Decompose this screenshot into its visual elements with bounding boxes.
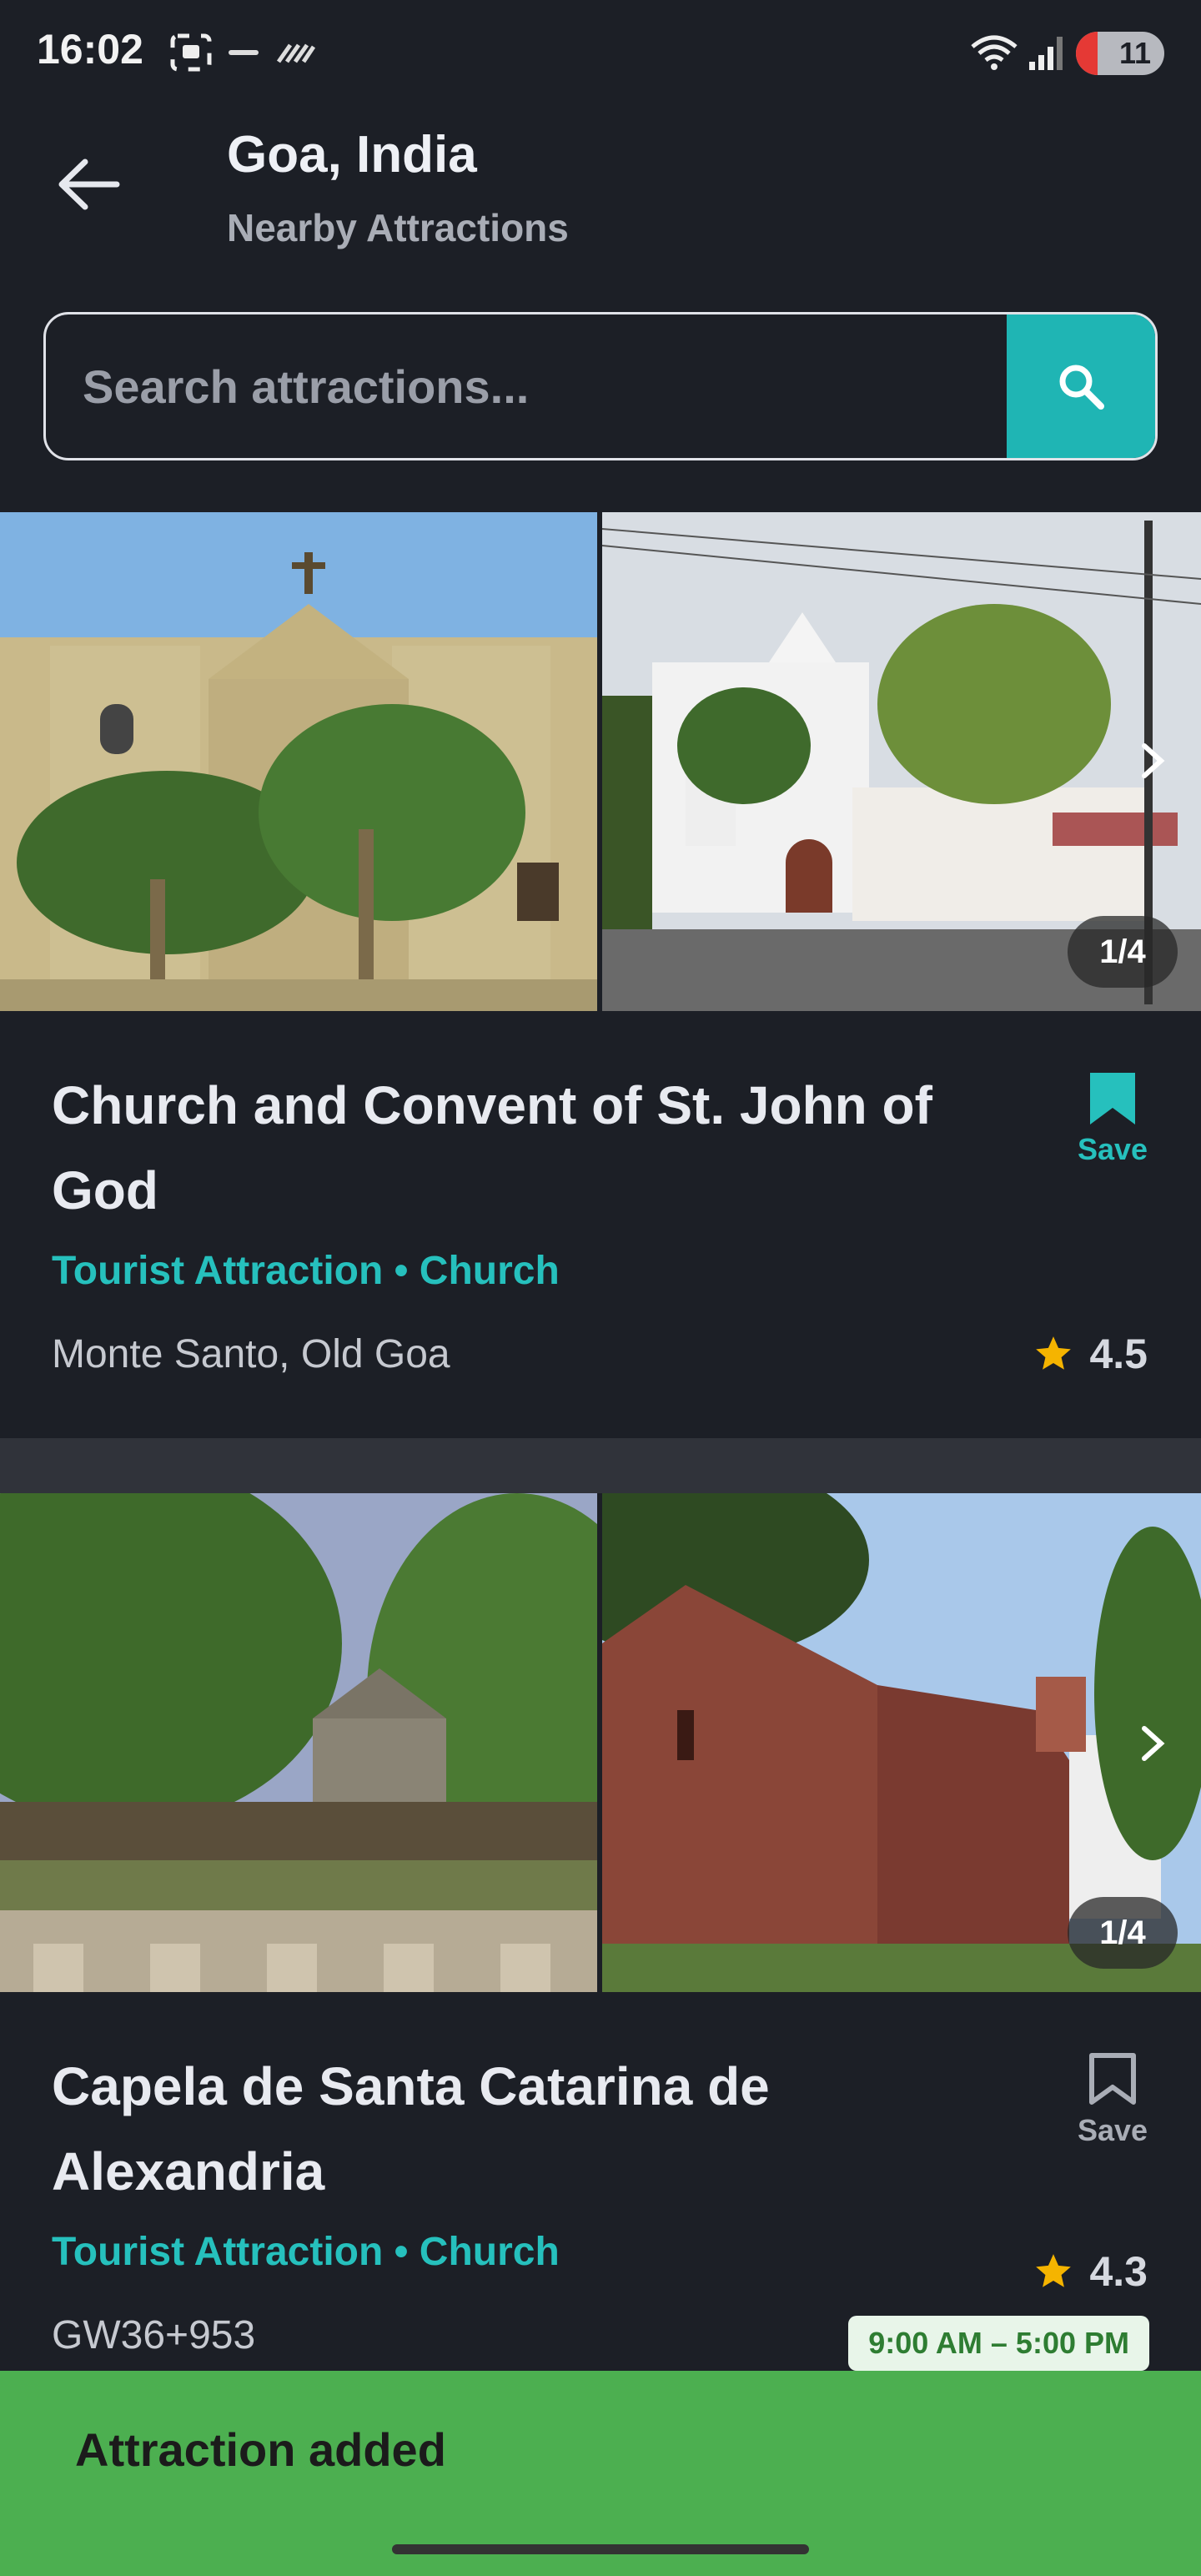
save-label: Save bbox=[1077, 2113, 1148, 2147]
rating-value: 4.3 bbox=[1089, 2248, 1148, 2295]
attraction-address: Monte Santo, Old Goa bbox=[52, 1332, 450, 1376]
snackbar: Attraction added bbox=[0, 2371, 1201, 2576]
bookmark-outline-icon bbox=[1089, 2053, 1136, 2105]
save-button[interactable]: Save bbox=[1073, 2050, 1153, 2148]
status-time: 16:02 bbox=[37, 26, 143, 73]
next-photo-button[interactable] bbox=[1129, 1720, 1176, 1767]
attraction-address: GW36+953 bbox=[52, 2313, 256, 2357]
chevron-right-icon bbox=[1142, 743, 1165, 778]
chevron-right-icon bbox=[1142, 1726, 1165, 1761]
attraction-card[interactable]: 1/4 Capela de Santa Catarina de Alexandr… bbox=[0, 1493, 1201, 2371]
snackbar-message: Attraction added bbox=[75, 2423, 446, 2476]
bookmark-filled-icon bbox=[1090, 1073, 1135, 1124]
search-icon bbox=[1059, 365, 1104, 410]
next-photo-button[interactable] bbox=[1129, 737, 1176, 784]
search-bar bbox=[43, 312, 1158, 460]
search-button[interactable] bbox=[1007, 314, 1155, 458]
attraction-name: Capela de Santa Catarina de Alexandria bbox=[52, 2056, 770, 2201]
rating: 4.3 bbox=[1033, 2247, 1148, 2296]
attraction-name: Church and Convent of St. John of God bbox=[52, 1075, 932, 1220]
battery-level-text: 11 bbox=[1118, 36, 1151, 70]
attraction-photo[interactable]: 1/4 bbox=[602, 1493, 1201, 1992]
battery-icon: 11 bbox=[1076, 32, 1164, 75]
save-button[interactable]: Save bbox=[1073, 1069, 1153, 1167]
page-subtitle: Nearby Attractions bbox=[227, 206, 569, 249]
rating: 4.5 bbox=[1033, 1330, 1148, 1378]
attraction-card[interactable]: 1/4 Church and Convent of St. John of Go… bbox=[0, 512, 1201, 1438]
attraction-photo[interactable] bbox=[0, 512, 597, 1011]
photo-counter: 1/4 bbox=[1068, 1897, 1178, 1969]
stripes-icon bbox=[276, 43, 315, 63]
page-title: Goa, India bbox=[227, 126, 477, 184]
attraction-category: Tourist Attraction • Church bbox=[52, 2230, 560, 2274]
rating-value: 4.5 bbox=[1089, 1331, 1148, 1377]
rapido-icon bbox=[229, 50, 259, 55]
wifi-icon bbox=[971, 35, 1018, 70]
search-input[interactable] bbox=[46, 314, 1010, 458]
screenshot-icon bbox=[170, 33, 212, 72]
attraction-photo[interactable] bbox=[0, 1493, 597, 1992]
signal-icon bbox=[1029, 37, 1063, 70]
card-divider bbox=[0, 1438, 1201, 1493]
opening-hours-badge: 9:00 AM – 5:00 PM bbox=[848, 2316, 1149, 2371]
attraction-photo[interactable]: 1/4 bbox=[602, 512, 1201, 1011]
battery-level bbox=[1076, 32, 1098, 75]
save-label: Save bbox=[1077, 1132, 1148, 1166]
photo-counter: 1/4 bbox=[1068, 916, 1178, 988]
star-icon bbox=[1036, 1336, 1072, 1370]
star-icon bbox=[1036, 2254, 1072, 2287]
attraction-category: Tourist Attraction • Church bbox=[52, 1249, 560, 1293]
home-indicator[interactable] bbox=[392, 2544, 809, 2554]
back-arrow-icon[interactable] bbox=[55, 155, 122, 214]
